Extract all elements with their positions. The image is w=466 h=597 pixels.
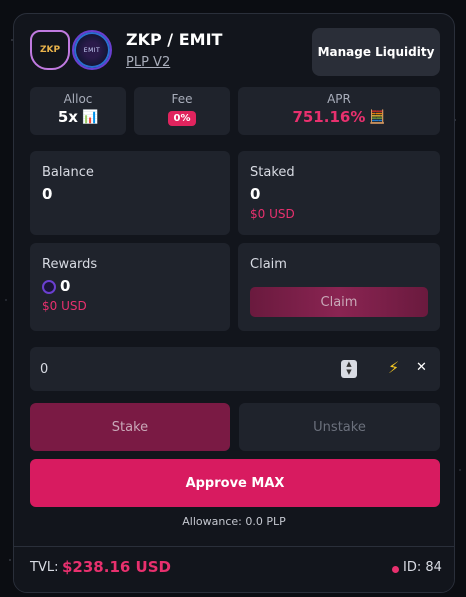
claim-button[interactable]: Claim	[250, 287, 428, 317]
staked-label: Staked	[250, 165, 295, 180]
tvl-label: TVL:	[30, 560, 59, 575]
zkp-logo-text: ZKP	[39, 45, 61, 55]
clear-icon[interactable]: ✕	[416, 360, 427, 375]
balance-tile: Balance 0	[30, 151, 230, 235]
emit-logo-text: EMIT	[83, 46, 101, 54]
zkp-logo-icon: ZKP	[30, 30, 70, 70]
pool-id: ID: 84	[403, 560, 442, 575]
balance-label: Balance	[42, 165, 94, 180]
pool-footer: TVL: $238.16 USD ID: 84	[14, 546, 454, 592]
emit-token-icon	[42, 279, 56, 294]
apr-value: 751.16%	[292, 108, 366, 126]
bar-chart-icon: 📊	[81, 109, 99, 125]
alloc-tile: Alloc 5x 📊	[30, 87, 126, 135]
apr-label: APR	[327, 92, 351, 106]
balance-value: 0	[42, 185, 53, 203]
claim-tile: Claim Claim	[238, 243, 440, 331]
apr-tile: APR 751.16% 🧮	[238, 87, 440, 135]
rewards-value: 0	[60, 277, 71, 295]
apr-value-row: 751.16% 🧮	[238, 108, 440, 126]
rewards-usd: $0 USD	[42, 299, 87, 313]
stake-button[interactable]: Stake	[30, 403, 230, 451]
pool-type-link[interactable]: PLP V2	[126, 55, 170, 70]
amount-input-row: ▲▼ ⚡ ✕	[30, 347, 440, 391]
tvl-value: $238.16 USD	[62, 558, 171, 576]
pool-card: ZKP EMIT ZKP / EMIT PLP V2 Manage Liquid…	[13, 13, 455, 593]
unstake-button[interactable]: Unstake	[239, 403, 440, 451]
alloc-label: Alloc	[63, 92, 93, 106]
rewards-label: Rewards	[42, 257, 98, 272]
staked-tile: Staked 0 $0 USD	[238, 151, 440, 235]
fee-label: Fee	[171, 92, 193, 106]
pool-header: ZKP EMIT ZKP / EMIT PLP V2 Manage Liquid…	[30, 28, 440, 88]
emit-logo-icon: EMIT	[72, 30, 112, 70]
calculator-icon[interactable]: 🧮	[369, 110, 385, 125]
rewards-value-row: 0	[42, 277, 70, 295]
rewards-tile: Rewards 0 $0 USD	[30, 243, 230, 331]
max-bolt-icon[interactable]: ⚡	[388, 358, 399, 377]
staked-value: 0	[250, 185, 261, 203]
allowance-text: Allowance: 0.0 PLP	[182, 515, 286, 528]
claim-label: Claim	[250, 257, 287, 272]
staked-usd: $0 USD	[250, 207, 295, 221]
fee-badge: 0%	[167, 111, 197, 126]
amount-stepper[interactable]: ▲ ▼	[341, 360, 357, 378]
status-dot-icon	[392, 566, 399, 573]
approve-max-button[interactable]: Approve MAX	[30, 459, 440, 507]
fee-tile: Fee 0%	[134, 87, 230, 135]
amount-input[interactable]	[40, 347, 330, 391]
alloc-value: 5x	[57, 108, 78, 126]
pair-title: ZKP / EMIT	[126, 30, 223, 49]
alloc-value-row: 5x 📊	[30, 108, 126, 126]
manage-liquidity-button[interactable]: Manage Liquidity	[312, 28, 440, 76]
